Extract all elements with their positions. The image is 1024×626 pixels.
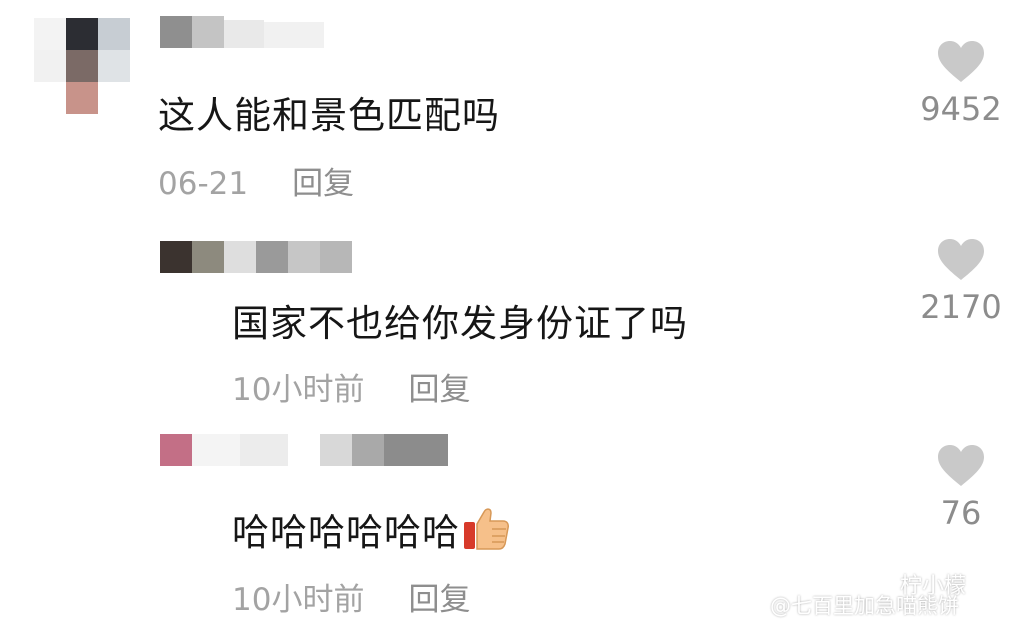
comment-meta: 06-21 回复 <box>158 158 354 203</box>
comment-date: 10小时前 <box>232 372 365 408</box>
comment-text: 国家不也给你发身份证了吗 <box>232 302 688 345</box>
like-button[interactable]: 9452 <box>916 40 1006 128</box>
like-count: 76 <box>940 494 982 532</box>
like-count: 2170 <box>920 288 1002 326</box>
comment-meta: 10小时前 回复 <box>232 574 470 619</box>
weibo-watermark: @七百里加急喵熊饼 <box>732 590 959 622</box>
weibo-icon <box>732 591 767 622</box>
comment-text-content: 哈哈哈哈哈哈 <box>232 511 460 554</box>
username-blurred[interactable] <box>160 16 330 50</box>
username-blurred[interactable] <box>160 241 355 275</box>
comment-date: 10小时前 <box>232 582 365 618</box>
heart-icon <box>938 239 984 280</box>
heart-icon <box>938 41 984 82</box>
like-button[interactable]: 76 <box>916 444 1006 532</box>
like-button[interactable]: 2170 <box>916 238 1006 326</box>
heart-icon <box>938 445 984 486</box>
like-count: 9452 <box>920 90 1002 128</box>
comment-meta: 10小时前 回复 <box>232 364 470 409</box>
weibo-watermark-text: @七百里加急喵熊饼 <box>770 594 959 618</box>
username-blurred[interactable] <box>160 434 450 468</box>
comment-date: 06-21 <box>158 166 249 202</box>
comment-text: 哈哈哈哈哈哈 <box>232 502 510 560</box>
reply-button[interactable]: 回复 <box>292 166 354 202</box>
reply-button[interactable]: 回复 <box>408 372 470 408</box>
reply-button[interactable]: 回复 <box>408 582 470 618</box>
thumbs-up-icon <box>462 505 510 560</box>
avatar[interactable] <box>34 18 132 114</box>
comment-text: 这人能和景色匹配吗 <box>158 94 500 137</box>
